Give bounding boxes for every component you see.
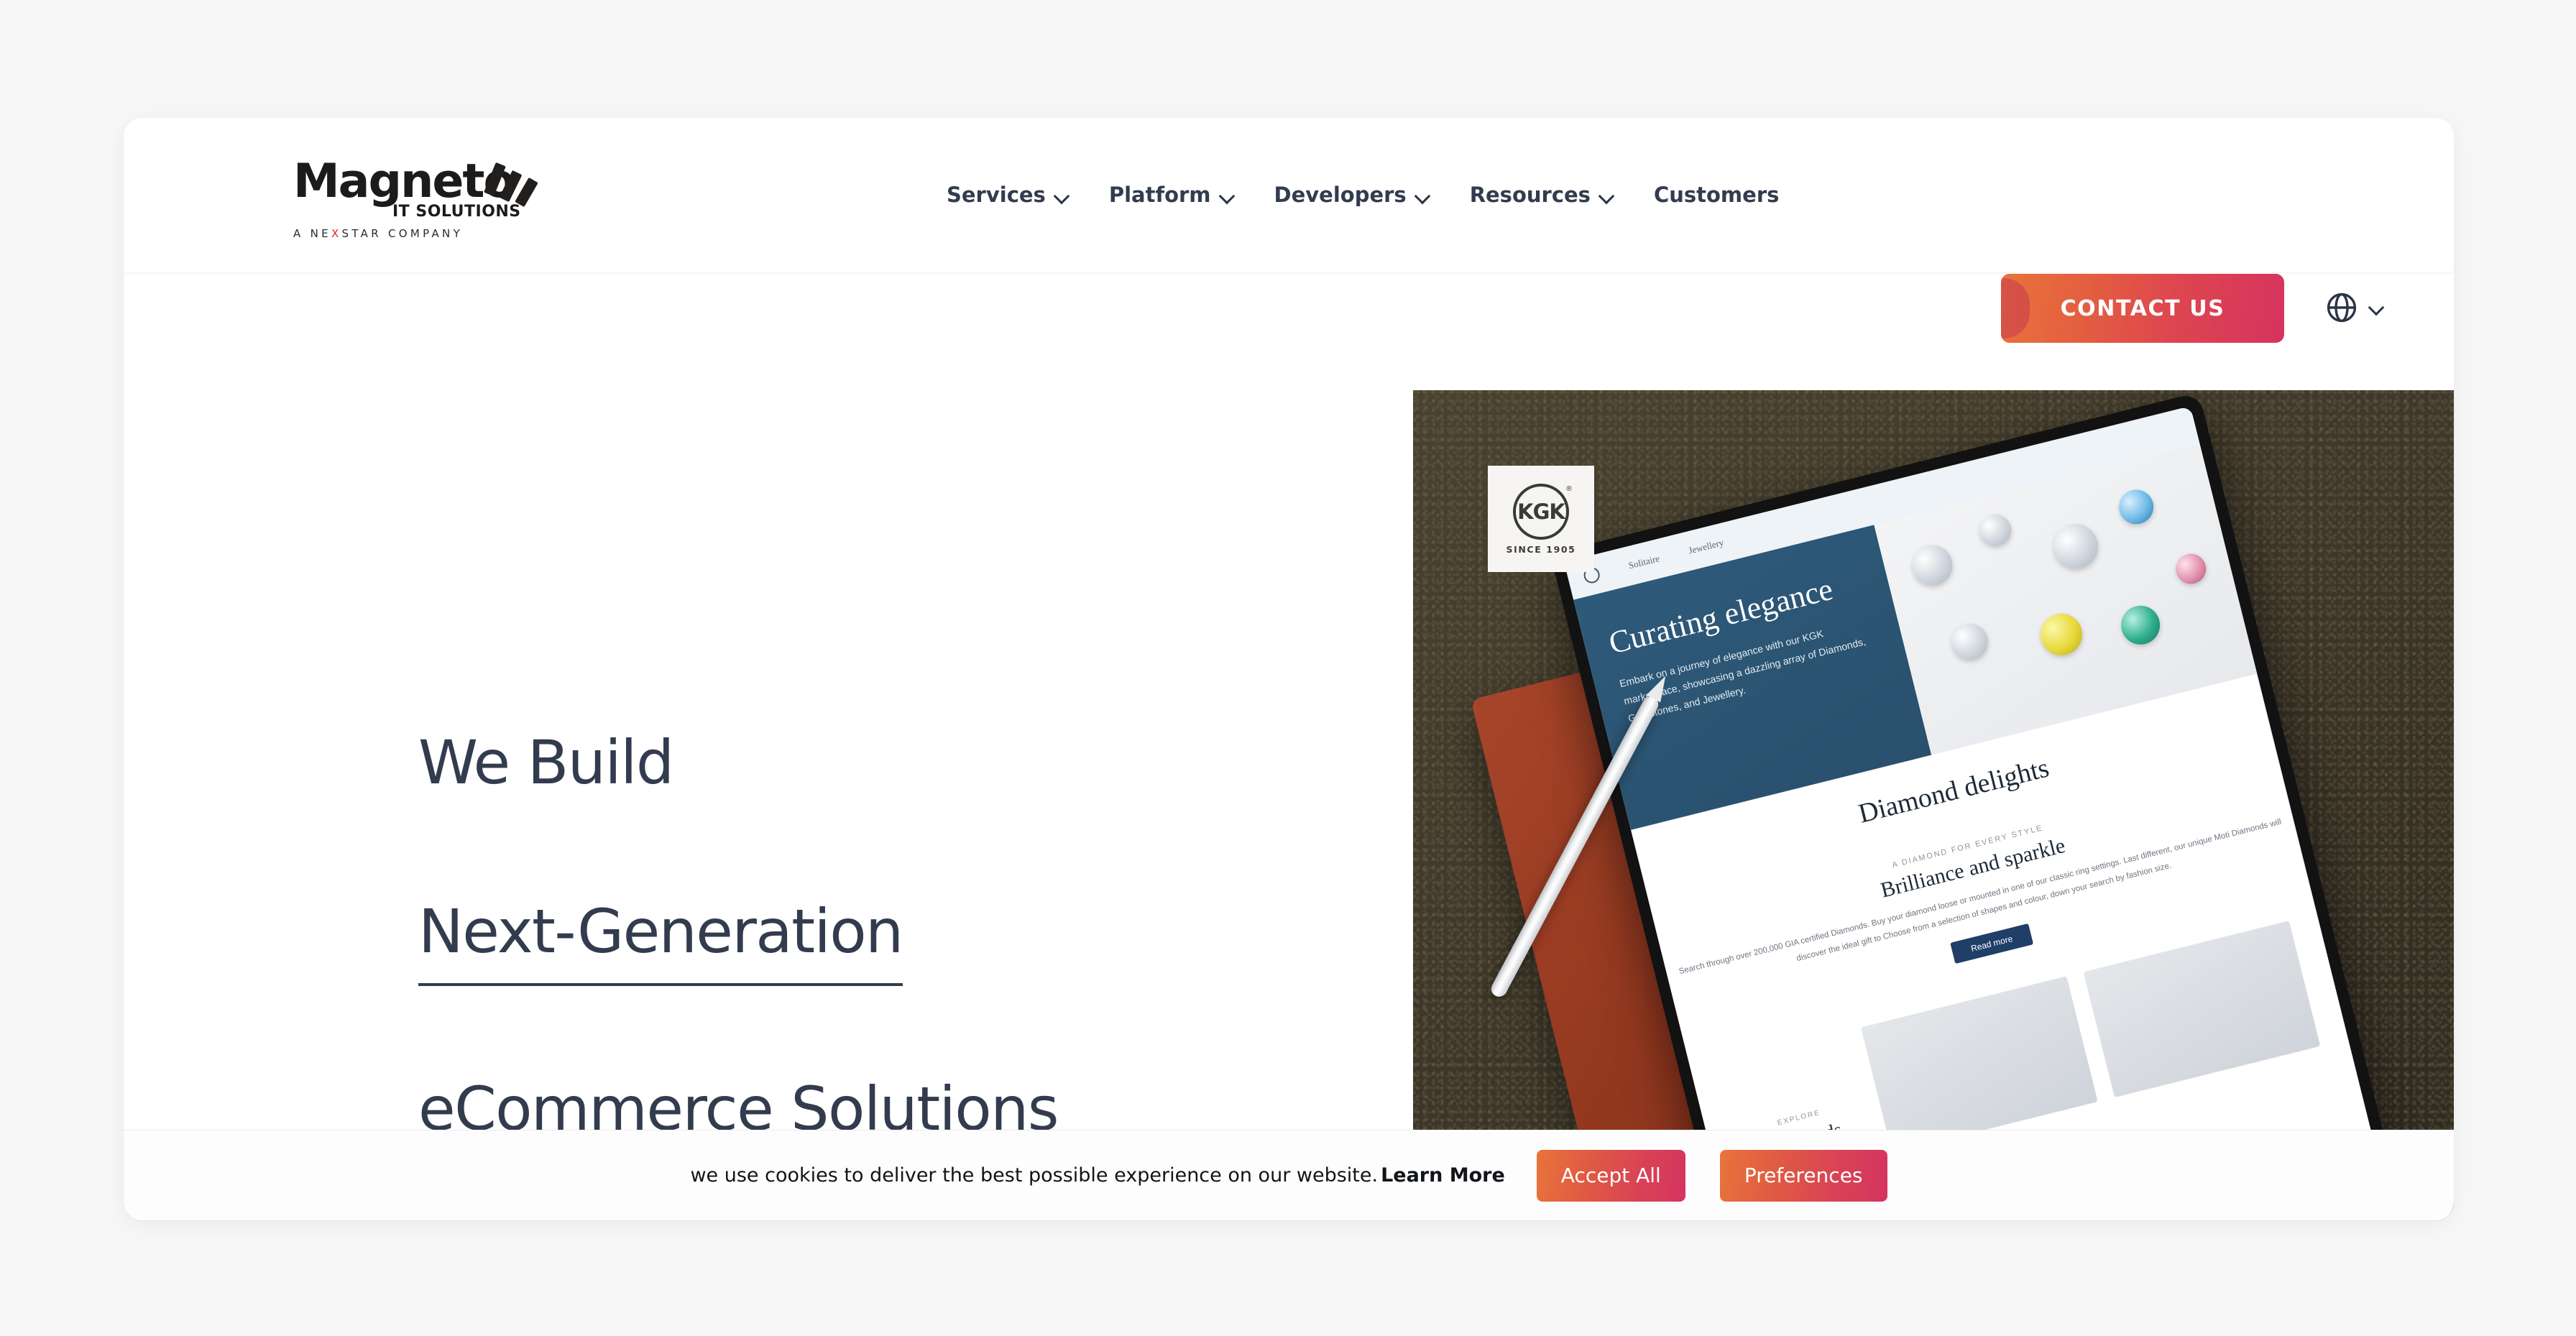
nav-item-label: Platform (1108, 183, 1211, 207)
tablet-category-tile (1860, 975, 2098, 1153)
gem-icon (2048, 519, 2103, 574)
kgk-monogram: KGK ® (1513, 483, 1573, 540)
chevron-down-icon (1054, 190, 1069, 199)
tablet-nav-solitaire: Solitaire (1627, 553, 1661, 571)
hero-image: Solitaire Jewellery Curating elegance Em… (1413, 390, 2454, 1212)
gem-icon (1908, 540, 1957, 590)
nav-item-label: Resources (1469, 183, 1591, 207)
chevron-down-icon (1220, 190, 1234, 199)
page-card: Magneto IT SOLUTIONS A NEXSTAR COMPANY S… (124, 118, 2454, 1220)
logo-tagline: A NEXSTAR COMPANY (293, 227, 463, 240)
nav-item-label: Services (947, 183, 1046, 207)
brand-logo[interactable]: Magneto IT SOLUTIONS A NEXSTAR COMPANY (290, 151, 538, 243)
gem-icon (2115, 485, 2158, 528)
main-nav: Services Platform Developers Resources C… (947, 118, 1779, 272)
contact-us-label: CONTACT US (2060, 295, 2225, 321)
gem-icon (2036, 609, 2087, 660)
logo-wordmark: Magneto (293, 155, 515, 208)
nav-item-platform[interactable]: Platform (1109, 183, 1234, 207)
chevron-down-icon (1599, 190, 1614, 199)
heading-line-2: Next-Generation (418, 890, 903, 986)
nav-item-developers[interactable]: Developers (1274, 183, 1430, 207)
nav-item-label: Developers (1274, 183, 1407, 207)
nav-item-resources[interactable]: Resources (1470, 183, 1614, 207)
tablet-nav-jewellery: Jewellery (1687, 536, 1725, 556)
tablet-category-tile (2083, 920, 2321, 1097)
learn-more-link[interactable]: Learn More (1381, 1164, 1505, 1187)
gem-icon (1976, 511, 2015, 550)
globe-icon (2327, 292, 2357, 323)
accept-all-button[interactable]: Accept All (1536, 1149, 1685, 1202)
nav-item-customers[interactable]: Customers (1654, 183, 1779, 207)
hero-section: We Build Next-Generation eCommerce Solut… (124, 272, 2454, 1220)
logo-subtitle: IT SOLUTIONS (392, 203, 521, 221)
kgk-since-label: SINCE 1905 (1506, 543, 1576, 555)
gem-icon (2173, 550, 2210, 588)
logo-tagline-accent: X (331, 227, 342, 240)
heading-line-1: We Build (418, 727, 674, 798)
tablet-brilliance-cta: Read more (1950, 923, 2033, 964)
kgk-logo-badge: KGK ® SINCE 1905 (1488, 466, 1594, 572)
gem-icon (1948, 619, 1992, 664)
preferences-button[interactable]: Preferences (1719, 1149, 1887, 1202)
chevron-down-icon (1415, 190, 1430, 199)
kgk-monogram-text: KGK (1517, 499, 1565, 524)
nav-item-services[interactable]: Services (947, 183, 1069, 207)
contact-us-button[interactable]: CONTACT US (2001, 274, 2284, 343)
chevron-down-icon (2369, 302, 2388, 313)
gem-icon (2117, 602, 2164, 649)
cookie-consent-banner: we use cookies to deliver the best possi… (124, 1130, 2454, 1220)
site-header: Magneto IT SOLUTIONS A NEXSTAR COMPANY S… (124, 118, 2454, 343)
nav-item-label: Customers (1653, 183, 1780, 207)
logo-tagline-before: A NE (293, 227, 331, 240)
language-selector[interactable] (2324, 290, 2388, 325)
cookie-message: we use cookies to deliver the best possi… (690, 1164, 1504, 1187)
registered-trademark-icon: ® (1565, 484, 1573, 493)
logo-tagline-after: STAR COMPANY (341, 227, 464, 240)
cookie-message-text: we use cookies to deliver the best possi… (690, 1164, 1379, 1187)
